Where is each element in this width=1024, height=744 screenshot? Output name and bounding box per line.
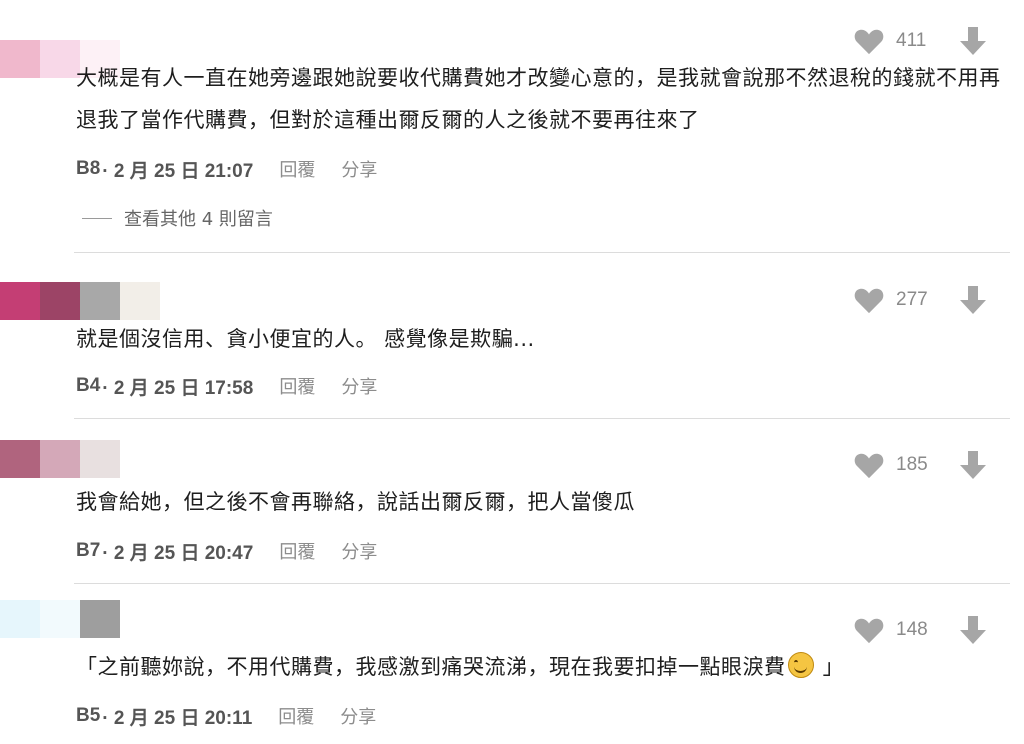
divider	[74, 252, 1010, 253]
likes-bar: 411	[854, 26, 986, 56]
down-arrow-icon[interactable]	[960, 286, 986, 314]
comment-text: 大概是有人一直在她旁邊跟她說要收代購費她才改變心意的，是我就會說那不然退稅的錢就…	[76, 66, 1001, 132]
more-replies-label: 查看其他 4 則留言	[124, 209, 273, 230]
comment-meta: B7 · 2 月 25 日 20:47 回覆 分享	[76, 538, 377, 564]
down-arrow-icon[interactable]	[960, 27, 986, 55]
reply-button[interactable]: 回覆	[278, 703, 314, 729]
like-count: 411	[896, 30, 927, 51]
likes-bar: 148	[854, 615, 986, 645]
heart-icon[interactable]	[854, 286, 884, 314]
heart-icon[interactable]	[854, 27, 884, 55]
share-button[interactable]: 分享	[341, 538, 377, 564]
divider	[74, 418, 1010, 419]
comment-meta: B4 · 2 月 25 日 17:58 回覆 分享	[76, 373, 377, 399]
likes-bar: 277	[854, 285, 986, 315]
share-button[interactable]: 分享	[341, 373, 377, 399]
comment-text: 我會給她，但之後不會再聯絡，說話出爾反爾，把人當傻瓜	[76, 490, 635, 514]
likes-bar: 185	[854, 450, 986, 480]
floor-number: B5	[76, 705, 101, 726]
down-arrow-icon[interactable]	[960, 616, 986, 644]
like-count: 148	[896, 619, 928, 640]
divider	[74, 583, 1010, 584]
comment-meta: B5 · 2 月 25 日 20:11 回覆 分享	[76, 703, 376, 729]
share-button[interactable]: 分享	[341, 156, 377, 182]
more-replies-link[interactable]: 查看其他 4 則留言	[82, 206, 273, 230]
share-button[interactable]: 分享	[340, 703, 376, 729]
like-count: 277	[896, 289, 928, 310]
timestamp: · 2 月 25 日 20:47	[102, 542, 254, 564]
heart-icon[interactable]	[854, 451, 884, 479]
floor-number: B4	[76, 375, 101, 396]
floor-number: B8	[76, 158, 101, 179]
like-count: 185	[896, 454, 928, 475]
comment-text: 就是個沒信用、貪小便宜的人。 感覺像是欺騙...	[76, 327, 535, 351]
reply-button[interactable]: 回覆	[279, 538, 315, 564]
comment-text-end: 」	[815, 655, 845, 679]
timestamp: · 2 月 25 日 20:11	[102, 707, 253, 729]
divider-line	[82, 217, 112, 219]
smiling-face-emoji	[787, 652, 814, 678]
avatar	[0, 282, 200, 320]
avatar	[0, 600, 200, 638]
timestamp: · 2 月 25 日 21:07	[102, 160, 254, 182]
comment-text-main: 「之前聽妳說，不用代購費，我感激到痛哭流涕，現在我要扣掉一點眼淚費	[76, 655, 786, 679]
floor-number: B7	[76, 540, 101, 561]
reply-button[interactable]: 回覆	[279, 156, 315, 182]
comment-meta: B8 · 2 月 25 日 21:07 回覆 分享	[76, 156, 377, 182]
avatar	[0, 440, 200, 478]
comment-text: 「之前聽妳說，不用代購費，我感激到痛哭流涕，現在我要扣掉一點眼淚費 」	[76, 646, 1016, 688]
reply-button[interactable]: 回覆	[279, 373, 315, 399]
timestamp: · 2 月 25 日 17:58	[102, 377, 254, 399]
down-arrow-icon[interactable]	[960, 451, 986, 479]
heart-icon[interactable]	[854, 616, 884, 644]
